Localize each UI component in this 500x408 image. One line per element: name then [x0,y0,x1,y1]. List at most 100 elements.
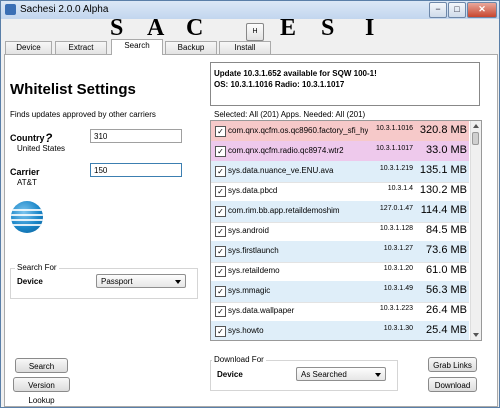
help-icon[interactable]: ? [45,131,52,145]
chevron-down-icon [375,373,381,377]
maximize-button[interactable]: □ [448,2,466,18]
subtitle: Finds updates approved by other carriers [10,110,156,119]
app-version: 10.3.1.4 [387,185,413,192]
checkbox-checked-icon[interactable]: ✓ [215,126,226,137]
list-item[interactable]: ✓ com.qnx.qcfm.radio.qc8974.wtr2 10.3.1.10… [211,141,469,163]
checkbox-checked-icon[interactable]: ✓ [215,286,226,297]
search-for-legend: Search For [15,263,59,272]
list-item[interactable]: ✓ sys.mmagic 10.3.1.49 56.3 MB [211,281,469,303]
app-version: 10.3.1.30 [383,325,413,332]
app-window: Sachesi 2.0.0 Alpha − □ ✕ S A C H E S I … [0,0,500,408]
search-button[interactable]: Search [15,358,68,373]
list-item[interactable]: ✓ sys.data.nuance_ve.ENU.ava 10.3.1.219 135… [211,161,469,183]
tab-extract[interactable]: Extract [55,41,107,54]
checkbox-checked-icon[interactable]: ✓ [215,306,226,317]
logo-letter: C [186,15,204,41]
app-version: 10.3.1.27 [383,245,413,252]
carrier-label: Carrier [10,167,40,177]
download-device-value: As Searched [301,370,347,379]
hide-button[interactable]: H [246,23,264,41]
version-lookup-button[interactable]: Version Lookup [13,377,70,405]
list-item[interactable]: ✓ com.qnx.qcfm.os.qc8960.factory_sfi_hyb 1… [211,121,469,143]
carrier-name: AT&T [17,178,37,187]
grab-links-button[interactable]: Grab Links [428,357,477,372]
chevron-down-icon [175,280,181,284]
update-line-2: OS: 10.3.1.1016 Radio: 10.3.1.1017 [214,80,345,89]
app-version: 127.0.1.47 [379,205,413,212]
tab-install[interactable]: Install [219,41,271,54]
app-name: sys.mmagic [228,286,271,295]
app-name: sys.android [228,226,269,235]
app-name: com.rim.bb.app.retaildemoshim [228,206,340,215]
tab-device[interactable]: Device [5,41,52,54]
app-size: 25.4 MB [426,324,467,336]
app-name: sys.retaildemo [228,266,280,275]
app-size: 56.3 MB [426,284,467,296]
download-device-label: Device [217,370,243,379]
checkbox-checked-icon[interactable]: ✓ [215,146,226,157]
app-version: 10.3.1.219 [379,165,413,172]
list-scrollbar[interactable] [470,121,481,340]
checkbox-checked-icon[interactable]: ✓ [215,186,226,197]
list-item[interactable]: ✓ sys.android 10.3.1.128 84.5 MB [211,221,469,243]
app-size: 320.8 MB [419,124,467,136]
app-version: 10.3.1.49 [383,285,413,292]
app-name: com.qnx.qcfm.os.qc8960.factory_sfi_hyb [228,126,368,135]
app-size: 130.2 MB [419,184,467,196]
minimize-button[interactable]: − [429,2,447,18]
checkbox-checked-icon[interactable]: ✓ [215,206,226,217]
carrier-input[interactable]: 150 [90,163,182,177]
tab-backup[interactable]: Backup [165,41,217,54]
country-label: Country [10,133,45,143]
logo-letter: S [110,15,124,41]
app-version: 10.3.1.20 [383,265,413,272]
app-name: sys.howto [228,326,264,335]
app-size: 61.0 MB [426,264,467,276]
app-list[interactable]: ✓ com.qnx.qcfm.os.qc8960.factory_sfi_hyb 1… [210,120,482,341]
logo-letter: I [365,15,375,41]
download-button[interactable]: Download [428,377,477,392]
app-version: 10.3.1.128 [379,225,413,232]
list-item[interactable]: ✓ sys.howto 10.3.1.30 25.4 MB [211,321,469,340]
checkbox-checked-icon[interactable]: ✓ [215,166,226,177]
checkbox-checked-icon[interactable]: ✓ [215,246,226,257]
scroll-up-icon[interactable] [473,124,479,128]
logo-letter: A [147,15,165,41]
app-size: 114.4 MB [420,204,467,216]
app-name: sys.firstlaunch [228,246,279,255]
tab-search[interactable]: Search [111,39,163,55]
checkbox-checked-icon[interactable]: ✓ [215,326,226,337]
app-size: 84.5 MB [426,224,467,236]
checkbox-checked-icon[interactable]: ✓ [215,266,226,277]
list-item[interactable]: ✓ com.rim.bb.app.retaildemoshim 127.0.1.47… [211,201,469,223]
scroll-thumb[interactable] [472,132,479,145]
app-icon [5,4,16,15]
download-for-legend: Download For [212,355,266,364]
search-device-value: Passport [101,277,133,286]
list-item[interactable]: ✓ sys.firstlaunch 10.3.1.27 73.6 MB [211,241,469,263]
att-logo-icon [11,201,43,233]
list-item[interactable]: ✓ sys.retaildemo 10.3.1.20 61.0 MB [211,261,469,283]
search-device-select[interactable]: Passport [96,274,186,288]
download-device-select[interactable]: As Searched [296,367,386,381]
close-button[interactable]: ✕ [467,2,497,18]
app-version: 10.3.1.1017 [376,145,413,152]
title-bar: Sachesi 2.0.0 Alpha − □ ✕ [1,1,499,19]
page-title: Whitelist Settings [10,81,136,98]
selected-summary: Selected: All (201) Apps. Needed: All (2… [214,110,366,119]
app-size: 26.4 MB [426,304,467,316]
country-name: United States [17,144,66,153]
update-line-1: Update 10.3.1.652 available for SQW 100-… [214,69,377,78]
app-name: sys.data.nuance_ve.ENU.ava [228,166,334,175]
app-name: sys.data.pbcd [228,186,278,195]
logo-letter: S [321,15,335,41]
list-item[interactable]: ✓ sys.data.pbcd 10.3.1.4 130.2 MB [211,181,469,203]
app-name: com.qnx.qcfm.radio.qc8974.wtr2 [228,146,344,155]
update-info-box: Update 10.3.1.652 available for SQW 100-… [210,62,480,106]
country-input[interactable]: 310 [90,129,182,143]
list-item[interactable]: ✓ sys.data.wallpaper 10.3.1.223 26.4 MB [211,301,469,323]
scroll-down-icon[interactable] [473,333,479,337]
app-size: 73.6 MB [426,244,467,256]
checkbox-checked-icon[interactable]: ✓ [215,226,226,237]
app-size: 33.0 MB [426,144,467,156]
